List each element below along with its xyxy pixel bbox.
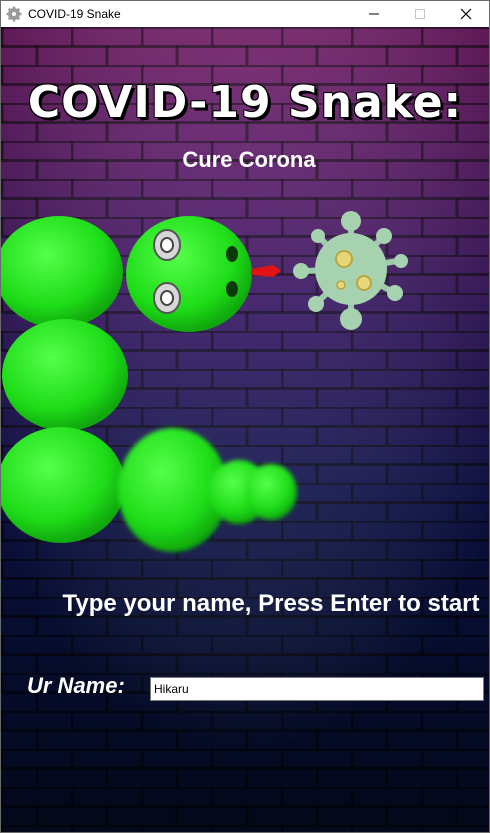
snake-illustration: [1, 211, 408, 552]
maximize-icon: [415, 9, 425, 19]
window-title: COVID-19 Snake: [28, 7, 121, 21]
game-canvas: COVID-19 Snake: Cure Corona Type your na…: [1, 27, 489, 832]
start-prompt: Type your name, Press Enter to start: [62, 590, 480, 617]
close-button[interactable]: [443, 1, 489, 27]
maximize-button[interactable]: [397, 1, 443, 27]
gear-icon: [6, 6, 22, 22]
virus-icon: [293, 211, 408, 330]
app-window: COVID-19 Snake COVID-19 Snake: Cure Coro…: [0, 0, 490, 833]
snake: [1, 216, 297, 552]
game-title: COVID-19 Snake:: [27, 77, 463, 128]
game-subtitle: Cure Corona: [182, 147, 316, 172]
name-input[interactable]: [150, 677, 484, 701]
name-label: Ur Name:: [27, 673, 125, 698]
minimize-icon: [369, 13, 379, 15]
title-bar[interactable]: COVID-19 Snake: [1, 1, 489, 27]
close-icon: [460, 8, 472, 20]
minimize-button[interactable]: [351, 1, 397, 27]
